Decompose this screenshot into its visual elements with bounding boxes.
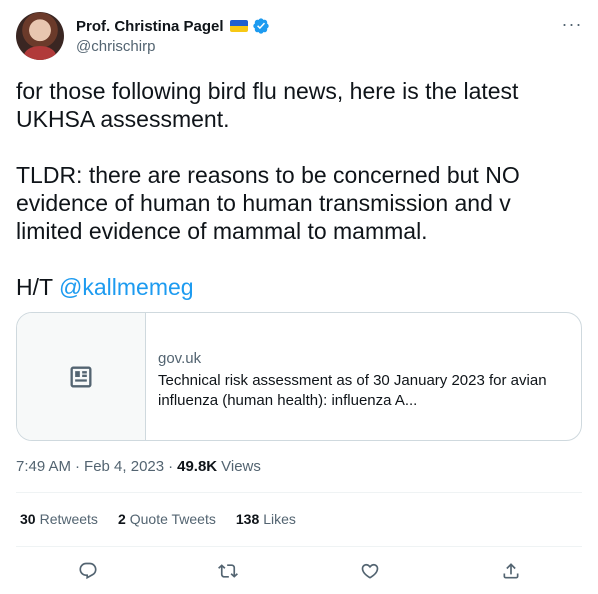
display-name[interactable]: Prof. Christina Pagel [76,18,224,35]
share-button[interactable] [496,556,526,586]
tweet-date[interactable]: Feb 4, 2023 [84,458,164,475]
more-icon: ··· [561,13,583,34]
engagement-stats: 30 Retweets 2 Quote Tweets 138 Likes [20,511,296,527]
likes-label: Likes [263,511,296,527]
more-options-button[interactable]: ··· [562,14,582,34]
verified-badge-icon[interactable] [252,17,270,35]
tweet: Prof. Christina Pagel @chrischirp ··· fo… [0,0,598,594]
tweet-paragraph-2: TLDR: there are reasons to be concerned … [16,162,520,244]
reply-button[interactable] [73,556,103,586]
tweet-meta: 7:49 AM · Feb 4, 2023 · 49.8K Views [16,458,261,475]
likes-count: 138 [235,511,260,527]
reply-icon [79,562,97,580]
quote-tweets-stat[interactable]: 2 Quote Tweets [118,511,216,527]
tweet-time[interactable]: 7:49 AM [16,458,71,475]
retweets-stat[interactable]: 30 Retweets [20,511,98,527]
retweets-count: 30 [20,511,36,527]
meta-separator: · [75,458,81,475]
tweet-paragraph-3: H/T @kallmemeg [16,273,576,301]
meta-separator: · [168,458,174,475]
article-icon [70,366,92,387]
divider [16,546,582,547]
like-icon [361,563,379,579]
display-name-row: Prof. Christina Pagel [76,16,270,36]
views-label: Views [221,458,261,475]
retweet-icon [218,564,238,578]
share-icon [503,563,519,579]
avatar-shoulders [24,46,56,60]
card-thumbnail [17,313,146,440]
card-domain: gov.uk [158,350,202,367]
hat-tip-label: H/T [16,274,60,300]
retweet-button[interactable] [213,556,243,586]
handle[interactable]: @chrischirp [76,38,270,55]
likes-stat[interactable]: 138 Likes [236,511,296,527]
card-title: Technical risk assessment as of 30 Janua… [158,372,547,409]
link-card[interactable]: gov.uk Technical risk assessment as of 3… [16,312,582,441]
card-info: gov.uk Technical risk assessment as of 3… [158,349,568,411]
divider [16,492,582,493]
mention-link[interactable]: @kallmemeg [59,274,194,300]
tweet-paragraph-1: for those following bird flu news, here … [16,78,519,132]
quote-tweets-count: 2 [117,511,126,527]
action-bar [16,556,582,586]
ukraine-flag-icon [229,20,248,32]
author-names: Prof. Christina Pagel @chrischirp [76,16,270,55]
tweet-header: Prof. Christina Pagel @chrischirp ··· [16,12,582,60]
views-count: 49.8K [177,458,218,475]
avatar[interactable] [16,12,64,60]
quote-tweets-label: Quote Tweets [129,511,216,527]
retweets-label: Retweets [39,511,98,527]
tweet-text: for those following bird flu news, here … [16,77,576,301]
like-button[interactable] [355,556,385,586]
